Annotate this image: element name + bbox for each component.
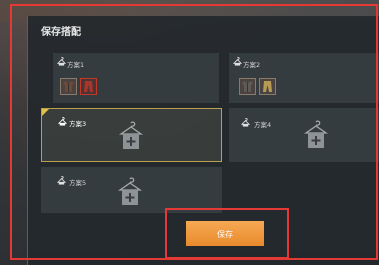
slot-label: 方案1: [67, 61, 85, 69]
hanger-icon: [241, 118, 250, 127]
add-outfit-icon[interactable]: [117, 177, 143, 207]
pants-icon: [263, 81, 272, 92]
slot-label: 方案3: [69, 120, 87, 128]
outfit-slot-2[interactable]: 方案2: [229, 53, 379, 103]
hanger-icon: [57, 176, 66, 185]
panel-title: 保存搭配: [41, 27, 81, 38]
hanger-icon: [58, 117, 67, 126]
outfit-item-pants[interactable]: [80, 78, 97, 95]
outfit-slot-4[interactable]: 方案4: [229, 108, 379, 162]
outfit-slot-1[interactable]: 方案1: [53, 53, 219, 103]
outfit-item-jacket[interactable]: [60, 78, 77, 95]
jacket-icon: [242, 81, 253, 92]
add-outfit-icon[interactable]: [303, 120, 329, 150]
pants-icon: [84, 81, 93, 92]
outfit-item-jacket[interactable]: [239, 78, 256, 95]
outfit-slot-3[interactable]: 方案3: [41, 108, 222, 162]
slot-label: 方案2: [243, 61, 261, 69]
slot-label: 方案5: [69, 179, 87, 187]
slot-label: 方案4: [254, 121, 272, 129]
add-outfit-icon[interactable]: [118, 121, 144, 151]
outfit-slot-5[interactable]: 方案5: [41, 167, 222, 213]
selected-corner-marker: [42, 109, 49, 116]
save-button-highlight-frame: [165, 208, 289, 259]
hanger-icon: [57, 57, 66, 66]
outfit-item-pants[interactable]: [259, 78, 276, 95]
hanger-icon: [233, 57, 242, 66]
jacket-icon: [63, 81, 74, 92]
